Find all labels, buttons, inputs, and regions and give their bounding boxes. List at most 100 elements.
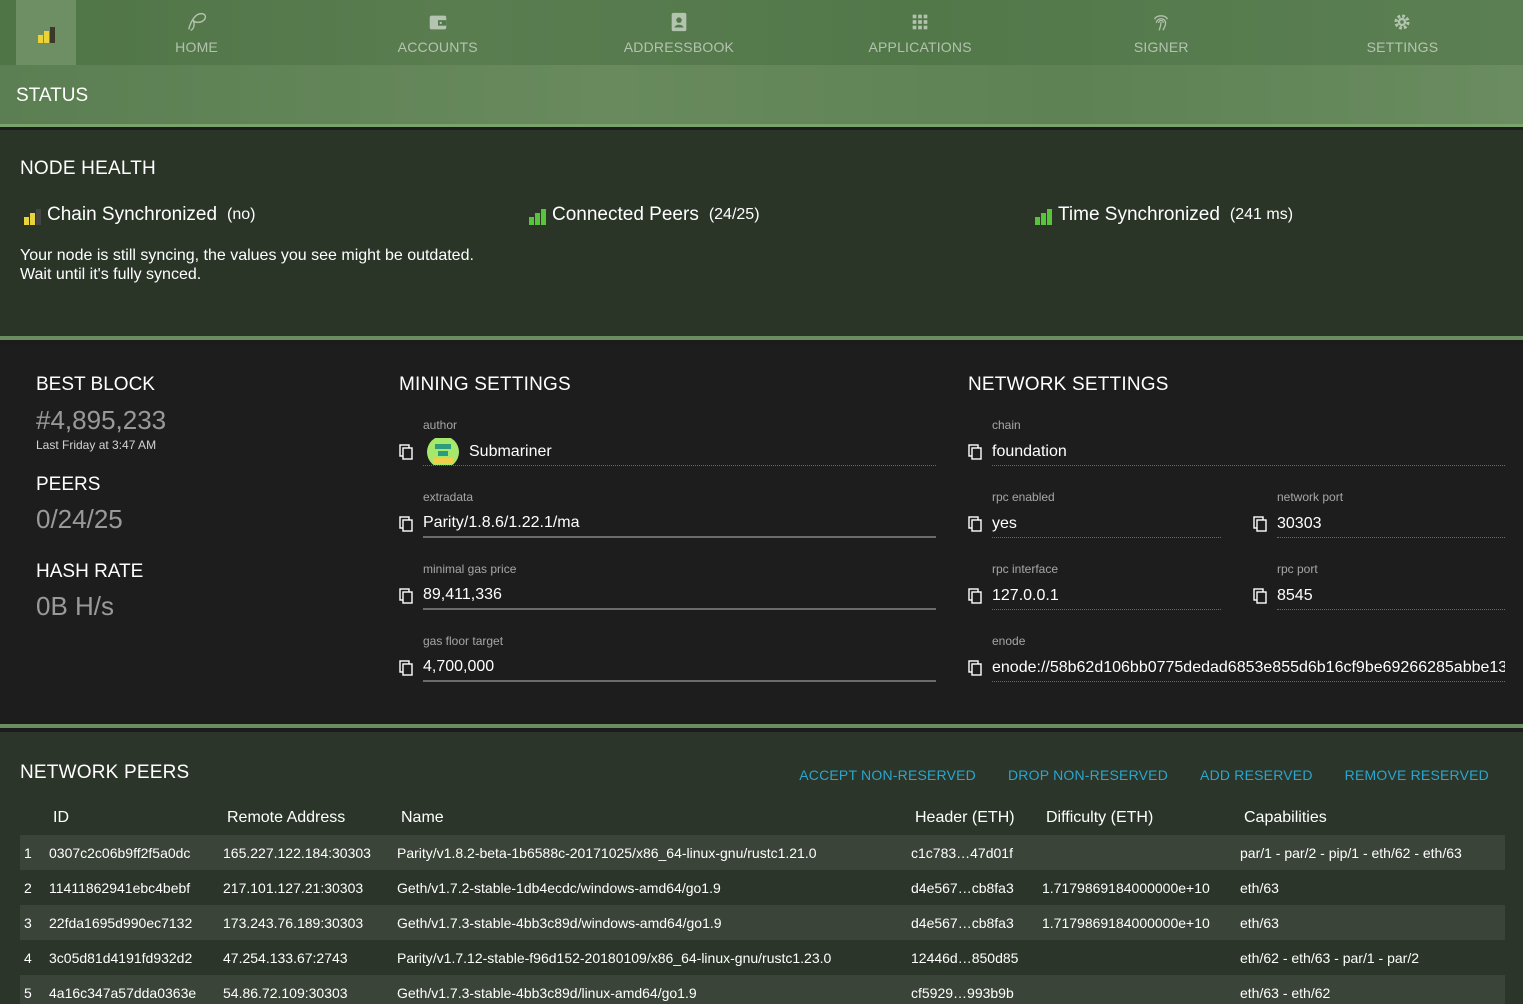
network-port-value[interactable]: 30303 <box>1277 510 1505 538</box>
rpc-port-value[interactable]: 8545 <box>1277 582 1505 610</box>
network-port-label: network port <box>1277 490 1344 504</box>
add-reserved-button[interactable]: ADD RESERVED <box>1200 767 1313 783</box>
row-index: 1 <box>24 844 32 861</box>
network-peers-title: NETWORK PEERS <box>20 762 190 783</box>
time-sync-label: Time Synchronized <box>1058 204 1220 225</box>
rpc-interface-value[interactable]: 127.0.0.1 <box>992 582 1221 610</box>
copy-icon[interactable] <box>399 444 423 460</box>
row-index: 3 <box>24 914 32 931</box>
sync-warning: Your node is still syncing, the values y… <box>20 246 474 284</box>
top-nav: HOME ACCOUNTS ADDRESSBOOK APPLICATIONS S… <box>0 0 1523 65</box>
grid-icon <box>912 14 928 29</box>
peer-address: 165.227.122.184:30303 <box>223 844 371 861</box>
nav-accounts[interactable]: ACCOUNTS <box>317 0 558 65</box>
network-port-field: network port 30303 <box>1253 490 1505 538</box>
peer-id: 11411862941ebc4bebf <box>49 879 191 896</box>
nav-accounts-label: ACCOUNTS <box>397 38 478 55</box>
copy-icon[interactable] <box>968 660 992 676</box>
nav-home[interactable]: HOME <box>76 0 317 65</box>
copy-icon[interactable] <box>968 516 992 532</box>
remove-reserved-button[interactable]: REMOVE RESERVED <box>1345 767 1489 783</box>
stats-column: BEST BLOCK #4,895,233 Last Friday at 3:4… <box>36 374 166 622</box>
copy-icon[interactable] <box>399 516 423 532</box>
peers-title: PEERS <box>36 474 101 495</box>
column-header: ID <box>53 808 69 826</box>
peer-name: Geth/v1.7.3-stable-4bb3c89d/linux-amd64/… <box>397 984 697 1001</box>
nav-applications[interactable]: APPLICATIONS <box>800 0 1041 65</box>
signal-full-icon <box>529 205 546 225</box>
gas-floor-input[interactable]: 4,700,000 <box>423 654 936 682</box>
status-tab[interactable] <box>0 0 76 65</box>
peer-name: Parity/v1.7.12-stable-f96d152-20180109/x… <box>397 949 832 966</box>
peers-stat: PEERS 0/24/25 <box>36 474 166 535</box>
column-header: Name <box>401 808 444 826</box>
peer-address: 54.86.72.109:30303 <box>223 984 348 1001</box>
peer-difficulty <box>1042 940 1240 975</box>
peer-id: 22fda1695d990ec7132 <box>49 914 193 931</box>
chain-value[interactable]: foundation <box>992 438 1505 466</box>
nav-signer[interactable]: SIGNER <box>1041 0 1282 65</box>
peer-header: cf5929…993b9b <box>911 984 1014 1001</box>
nav-addressbook[interactable]: ADDRESSBOOK <box>558 0 799 65</box>
enode-label: enode <box>992 634 1026 648</box>
nav-items: HOME ACCOUNTS ADDRESSBOOK APPLICATIONS S… <box>76 0 1523 65</box>
peer-difficulty: 1.7179869184000000e+10 <box>1042 879 1210 896</box>
peer-difficulty <box>1042 835 1240 870</box>
peer-capabilities: eth/63 - eth/62 <box>1240 984 1331 1001</box>
hash-rate-value: 0B H/s <box>36 591 115 621</box>
column-header: Header (ETH) <box>915 808 1015 826</box>
peer-header: c1c783…47d01f <box>911 844 1013 861</box>
connected-peers-indicator: Connected Peers (24/25) <box>529 204 760 226</box>
peer-name: Geth/v1.7.3-stable-4bb3c89d/windows-amd6… <box>397 914 722 931</box>
peer-capabilities: eth/62 - eth/63 - par/1 - par/2 <box>1240 949 1419 966</box>
best-block-time: Last Friday at 3:47 AM <box>36 438 157 452</box>
mining-settings-title: MINING SETTINGS <box>399 374 571 395</box>
rpc-interface-field: rpc interface 127.0.0.1 <box>968 562 1221 610</box>
chain-label: chain <box>992 418 1021 432</box>
best-block-value: #4,895,233 <box>36 405 167 435</box>
node-health-title: NODE HEALTH <box>20 158 156 179</box>
extradata-field: extradata Parity/1.8.6/1.22.1/ma <box>399 490 936 538</box>
hash-rate-title: HASH RATE <box>36 561 144 582</box>
status-bar: STATUS <box>0 65 1523 127</box>
parity-logo-icon <box>187 12 206 31</box>
copy-icon[interactable] <box>1253 588 1277 604</box>
nav-applications-label: APPLICATIONS <box>868 38 972 55</box>
rpc-enabled-value[interactable]: yes <box>992 510 1221 538</box>
rpc-enabled-field: rpc enabled yes <box>968 490 1221 538</box>
accept-non-reserved-button[interactable]: ACCEPT NON-RESERVED <box>799 767 976 783</box>
enode-value[interactable]: enode://58b62d106bb0775dedad6853e855d6b1… <box>992 654 1505 682</box>
peers-value: 0/24/25 <box>36 504 123 534</box>
peer-name: Geth/v1.7.2-stable-1db4ecdc/windows-amd6… <box>397 879 721 896</box>
node-health-section: NODE HEALTH Chain Synchronized (no) Conn… <box>0 130 1523 340</box>
nav-settings[interactable]: SETTINGS <box>1282 0 1523 65</box>
copy-icon[interactable] <box>399 660 423 676</box>
signal-low-icon <box>24 205 41 225</box>
chain-field: chain foundation <box>968 418 1505 466</box>
time-sync-indicator: Time Synchronized (241 ms) <box>1035 204 1293 226</box>
copy-icon[interactable] <box>399 588 423 604</box>
contacts-icon <box>671 12 687 31</box>
gas-price-input[interactable]: 89,411,336 <box>423 582 936 610</box>
column-header: Remote Address <box>227 808 346 826</box>
peer-header: d4e567…cb8fa3 <box>911 914 1014 931</box>
wallet-icon <box>429 15 446 29</box>
chain-sync-detail: (no) <box>227 206 256 223</box>
extradata-input[interactable]: Parity/1.8.6/1.22.1/ma <box>423 510 936 538</box>
peer-header: 12446d…850d85 <box>911 949 1019 966</box>
copy-icon[interactable] <box>968 588 992 604</box>
drop-non-reserved-button[interactable]: DROP NON-RESERVED <box>1008 767 1168 783</box>
author-value[interactable]: Submariner <box>423 438 936 466</box>
peer-header: d4e567…cb8fa3 <box>911 879 1014 896</box>
peer-name: Parity/v1.8.2-beta-1b6588c-20171025/x86_… <box>397 844 817 861</box>
copy-icon[interactable] <box>1253 516 1277 532</box>
connected-peers-detail: (24/25) <box>708 206 760 223</box>
peer-capabilities: eth/63 <box>1240 914 1279 931</box>
peer-id: 4a16c347a57dda0363e <box>49 984 197 1001</box>
rpc-interface-label: rpc interface <box>992 562 1059 576</box>
author-label: author <box>423 418 458 432</box>
rpc-port-field: rpc port 8545 <box>1253 562 1505 610</box>
rpc-enabled-label: rpc enabled <box>992 490 1055 504</box>
copy-icon[interactable] <box>968 444 992 460</box>
peer-capabilities: par/1 - par/2 - pip/1 - eth/62 - eth/63 <box>1240 844 1462 861</box>
